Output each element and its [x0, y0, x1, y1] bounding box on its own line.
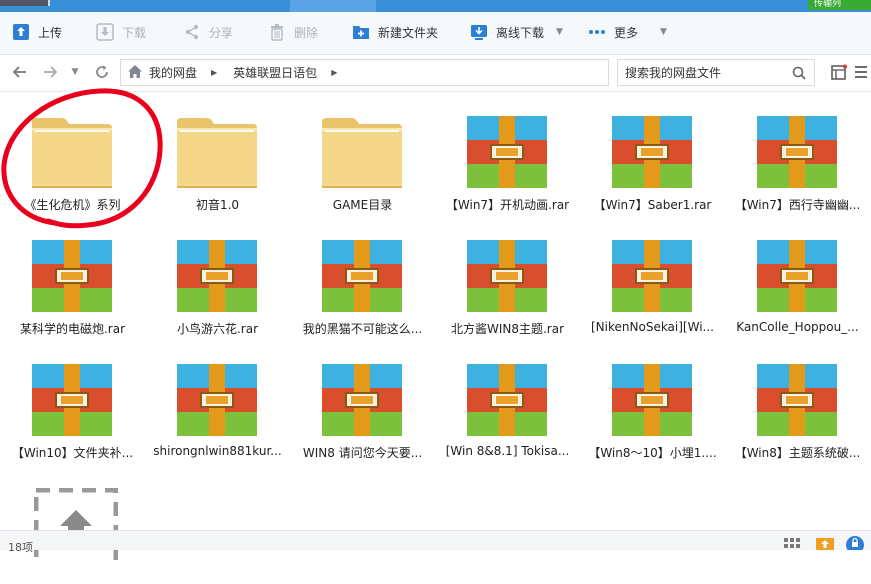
file-item[interactable]: 【Win10】文件夹补...: [0, 340, 145, 460]
new-folder-button[interactable]: 新建文件夹: [352, 20, 438, 44]
window-top-strip: 传输列: [0, 0, 871, 12]
rar-archive-icon: [757, 240, 837, 312]
folder-icon: [177, 116, 257, 188]
list-view-icon[interactable]: [853, 64, 869, 80]
refresh-icon[interactable]: [93, 63, 111, 81]
annotation-circle: [1, 88, 163, 229]
upload-queue-icon[interactable]: [816, 536, 834, 553]
history-dropdown-icon[interactable]: ▼: [66, 63, 84, 81]
breadcrumb: 我的网盘 ▶ 英雄联盟日语包 ▶: [120, 59, 609, 86]
chevron-right-icon[interactable]: ▶: [211, 68, 217, 77]
file-name: 【Win10】文件夹补...: [11, 446, 134, 460]
folder-icon: [322, 116, 402, 188]
file-name: WIN8 请问您今天要...: [302, 446, 423, 460]
download-icon: [96, 23, 114, 41]
file-name: 小鸟游六花.rar: [176, 322, 259, 336]
chevron-right-icon[interactable]: ▶: [331, 68, 337, 77]
rar-archive-icon: [467, 364, 547, 436]
rar-archive-icon: [32, 240, 112, 312]
offline-download-icon: [470, 23, 488, 41]
rar-archive-icon: [467, 116, 547, 188]
file-item[interactable]: [Win 8&8.1] Tokisa...: [435, 340, 580, 460]
share-button[interactable]: 分享: [183, 20, 233, 44]
delete-button[interactable]: 删除: [268, 20, 318, 44]
file-item[interactable]: 【Win7】Saber1.rar: [580, 92, 725, 212]
file-item[interactable]: shirongnlwin881kur...: [145, 340, 290, 460]
new-folder-icon: [352, 23, 370, 41]
search-icon[interactable]: [792, 66, 806, 83]
rar-archive-icon: [757, 116, 837, 188]
layout-toggle-icon[interactable]: [831, 64, 847, 80]
file-item[interactable]: 【Win7】西行寺幽幽...: [725, 92, 870, 212]
lock-icon[interactable]: [846, 536, 864, 554]
grid-view-icon[interactable]: [784, 538, 800, 553]
chevron-down-icon: ▼: [660, 27, 667, 37]
file-name: 北方酱WIN8主题.rar: [450, 322, 565, 336]
rar-archive-icon: [32, 364, 112, 436]
offline-download-label: 离线下载: [496, 25, 545, 40]
file-item[interactable]: [NikenNoSekai][Wi...: [580, 216, 725, 336]
active-tab-indicator[interactable]: [290, 0, 376, 12]
download-label: 下载: [122, 25, 147, 40]
file-name: KanColle_Hoppou_...: [736, 320, 859, 334]
rar-archive-icon: [757, 364, 837, 436]
chevron-down-icon: ▼: [556, 27, 563, 37]
file-name: 【Win8】主题系统破...: [734, 446, 861, 460]
new-folder-label: 新建文件夹: [378, 25, 439, 40]
search-input[interactable]: 搜索我的网盘文件: [625, 64, 721, 81]
file-item[interactable]: 我的黑猫不可能这么...: [290, 216, 435, 336]
file-item[interactable]: 【Win8】主题系统破...: [725, 340, 870, 460]
rar-archive-icon: [612, 364, 692, 436]
file-name: 【Win8～10】小埋1....: [588, 446, 717, 460]
folder-item[interactable]: GAME目录: [290, 92, 435, 212]
item-count: 18项: [8, 541, 33, 554]
rar-archive-icon: [322, 240, 402, 312]
file-name: [Win 8&8.1] Tokisa...: [445, 444, 570, 458]
file-name: shirongnlwin881kur...: [153, 444, 282, 458]
file-item[interactable]: 某科学的电磁炮.rar: [0, 216, 145, 336]
file-item[interactable]: WIN8 请问您今天要...: [290, 340, 435, 460]
file-item[interactable]: 小鸟游六花.rar: [145, 216, 290, 336]
file-name: [NikenNoSekai][Wi...: [591, 320, 714, 334]
upload-icon: [12, 23, 30, 41]
share-label: 分享: [209, 25, 234, 40]
forward-arrow-icon[interactable]: [41, 63, 59, 81]
file-item[interactable]: 北方酱WIN8主题.rar: [435, 216, 580, 336]
file-item[interactable]: KanColle_Hoppou_...: [725, 216, 870, 336]
rar-archive-icon: [612, 116, 692, 188]
breadcrumb-item-current-folder[interactable]: 英雄联盟日语包: [233, 64, 317, 81]
file-name: 【Win7】开机动画.rar: [445, 198, 570, 212]
download-button[interactable]: 下载: [96, 20, 146, 44]
file-item[interactable]: 【Win7】开机动画.rar: [435, 92, 580, 212]
file-name: GAME目录: [332, 198, 393, 212]
upload-tile[interactable]: [0, 464, 145, 584]
rar-archive-icon: [177, 240, 257, 312]
file-name: 某科学的电磁炮.rar: [19, 322, 126, 336]
rar-archive-icon: [322, 364, 402, 436]
more-label: 更多: [614, 25, 639, 40]
file-name: 我的黑猫不可能这么...: [302, 322, 423, 336]
upload-button[interactable]: 上传: [12, 20, 62, 44]
more-button[interactable]: 更多 ▼: [588, 20, 667, 44]
file-name: 【Win7】Saber1.rar: [593, 198, 712, 212]
upload-label: 上传: [38, 25, 63, 40]
delete-label: 删除: [294, 25, 319, 40]
search-box[interactable]: 搜索我的网盘文件: [617, 59, 815, 86]
share-icon: [183, 23, 201, 41]
rar-archive-icon: [467, 240, 547, 312]
file-name: 【Win7】西行寺幽幽...: [734, 198, 861, 212]
back-arrow-icon[interactable]: [11, 63, 29, 81]
trash-icon: [268, 23, 286, 41]
window-thumbnail: [0, 0, 50, 6]
rar-archive-icon: [612, 240, 692, 312]
toolbar: 上传 下载 分享 删除 新建文件夹 离线下载 ▼ 更多 ▼: [0, 12, 871, 55]
offline-download-button[interactable]: 离线下载 ▼: [470, 20, 563, 44]
breadcrumb-item-my-disk[interactable]: 我的网盘: [149, 64, 197, 81]
more-dots-icon: [588, 23, 606, 41]
status-bar: 18项: [0, 530, 871, 554]
rar-archive-icon: [177, 364, 257, 436]
file-item[interactable]: 【Win8～10】小埋1....: [580, 340, 725, 460]
transfer-list-button[interactable]: 传输列: [808, 0, 871, 10]
home-icon[interactable]: [127, 64, 143, 82]
